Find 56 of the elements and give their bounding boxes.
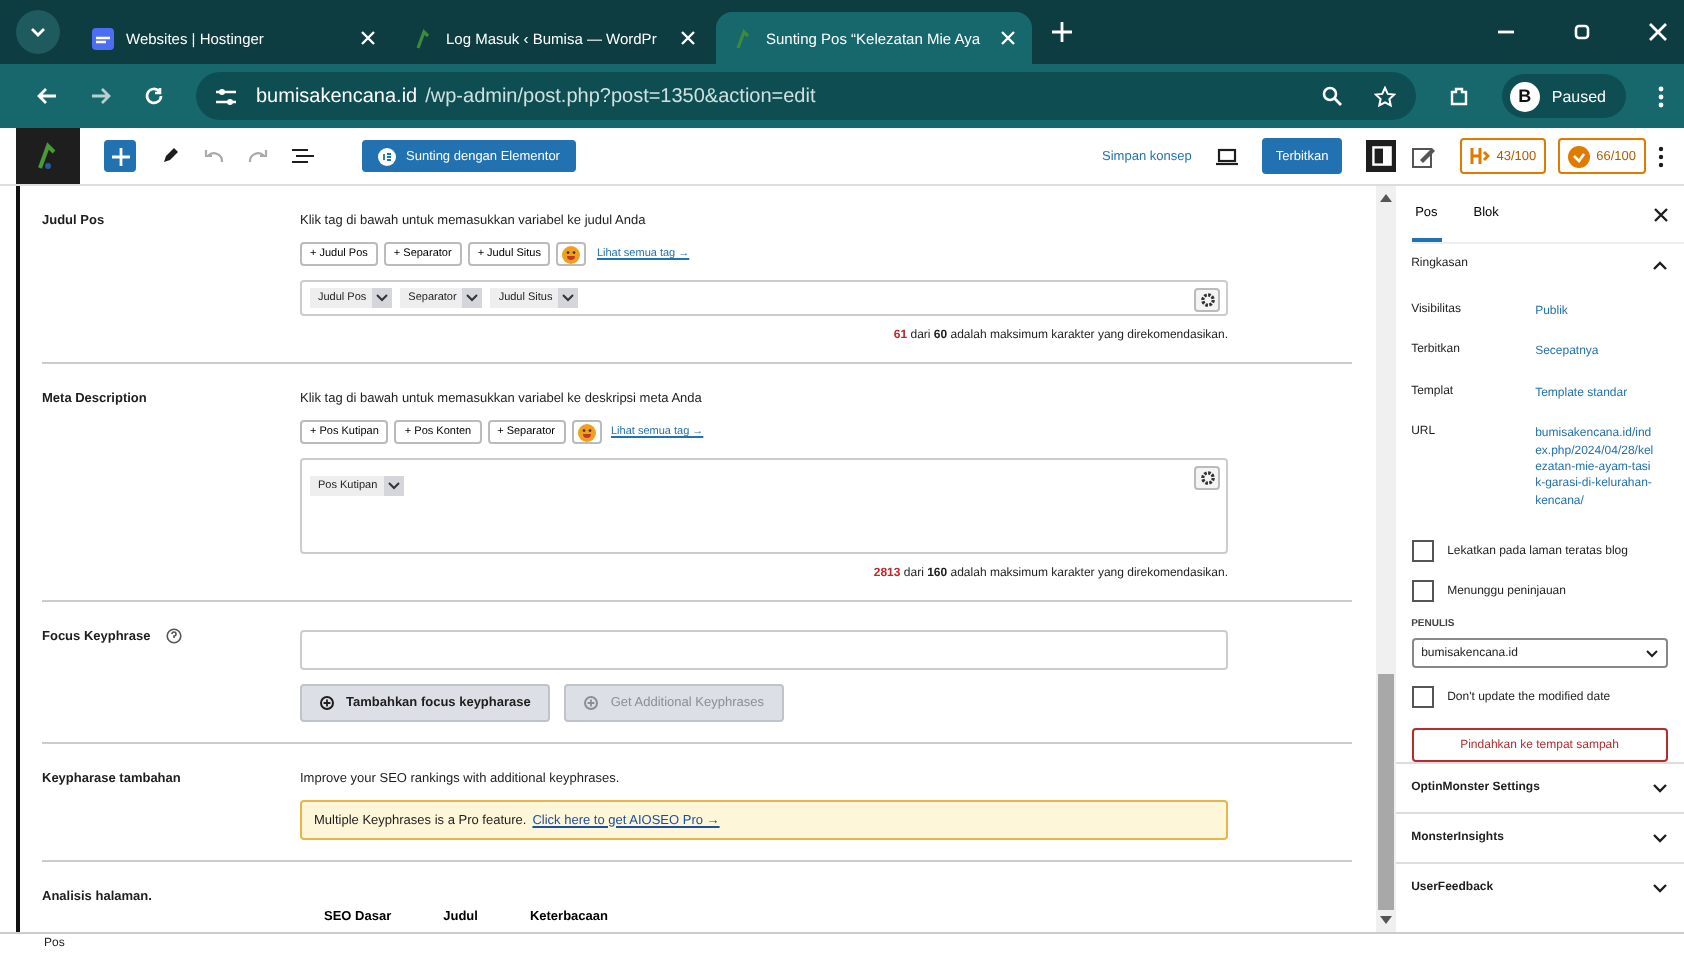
- list-view-icon[interactable]: [292, 148, 314, 164]
- chevron-icon[interactable]: [1652, 833, 1668, 844]
- settings-toggle-icon[interactable]: [1366, 140, 1397, 172]
- settings-button[interactable]: [1194, 466, 1220, 490]
- checkbox[interactable]: [1411, 540, 1434, 563]
- smiley-icon: [577, 423, 595, 441]
- help-icon[interactable]: [166, 628, 183, 644]
- keyphrase-input-field[interactable]: [300, 630, 1228, 670]
- edit-panel-icon[interactable]: [1412, 145, 1437, 167]
- plus-circle-icon: [584, 696, 599, 710]
- zoom-icon[interactable]: [1321, 86, 1342, 106]
- reload-icon[interactable]: [144, 86, 164, 106]
- settings-button[interactable]: [1194, 288, 1220, 312]
- caret-icon[interactable]: [466, 294, 479, 302]
- address-field[interactable]: bumisakencana.id /wp-admin/post.php?post=1350&action=edit: [196, 72, 1416, 120]
- new-tab-icon[interactable]: [1052, 22, 1072, 42]
- profile-button[interactable]: B Paused: [1501, 74, 1626, 118]
- favicon-icon: [732, 27, 754, 49]
- caret-icon: [1646, 649, 1658, 658]
- add-block-button[interactable]: [104, 140, 136, 172]
- emoji-button[interactable]: [556, 242, 587, 266]
- favicon-icon: [92, 27, 114, 49]
- tab-search-icon[interactable]: [16, 10, 60, 54]
- back-icon[interactable]: [36, 86, 58, 106]
- badge-icon: [378, 147, 396, 165]
- bookmark-star-icon[interactable]: [1373, 85, 1396, 107]
- caret-icon[interactable]: [387, 482, 400, 490]
- site-settings-icon[interactable]: [216, 87, 236, 105]
- heading-icon: [1470, 146, 1491, 166]
- site-logo-icon[interactable]: [16, 128, 80, 184]
- settings-icon: [1199, 470, 1215, 486]
- extensions-icon[interactable]: [1447, 85, 1470, 107]
- chevron-icon[interactable]: [1652, 883, 1668, 894]
- chevron-icon[interactable]: [1652, 783, 1668, 794]
- checkbox[interactable]: [1411, 686, 1434, 709]
- forward-icon[interactable]: [90, 86, 112, 106]
- scroll-up-icon[interactable]: [1379, 194, 1392, 202]
- chevron-icon[interactable]: [1652, 259, 1668, 269]
- restore-icon[interactable]: [1572, 22, 1592, 42]
- favicon-icon: [412, 27, 434, 49]
- emoji-button[interactable]: [571, 420, 601, 444]
- checkbox[interactable]: [1411, 580, 1434, 603]
- settings-icon: [1199, 292, 1215, 308]
- pen-icon[interactable]: [160, 146, 180, 166]
- plus-circle-icon: [320, 696, 334, 710]
- options-icon[interactable]: [1658, 145, 1664, 167]
- scrollbar[interactable]: [1375, 186, 1396, 932]
- more-menu-icon[interactable]: [1658, 85, 1664, 107]
- caret-icon[interactable]: [376, 294, 389, 302]
- plus-icon: [111, 147, 129, 165]
- scroll-down-icon[interactable]: [1379, 916, 1392, 924]
- smiley-icon: [562, 245, 581, 263]
- caret-icon[interactable]: [562, 294, 575, 302]
- close-icon[interactable]: [1654, 207, 1668, 221]
- check-circle-icon: [1568, 145, 1591, 167]
- preview-icon[interactable]: [1215, 147, 1238, 165]
